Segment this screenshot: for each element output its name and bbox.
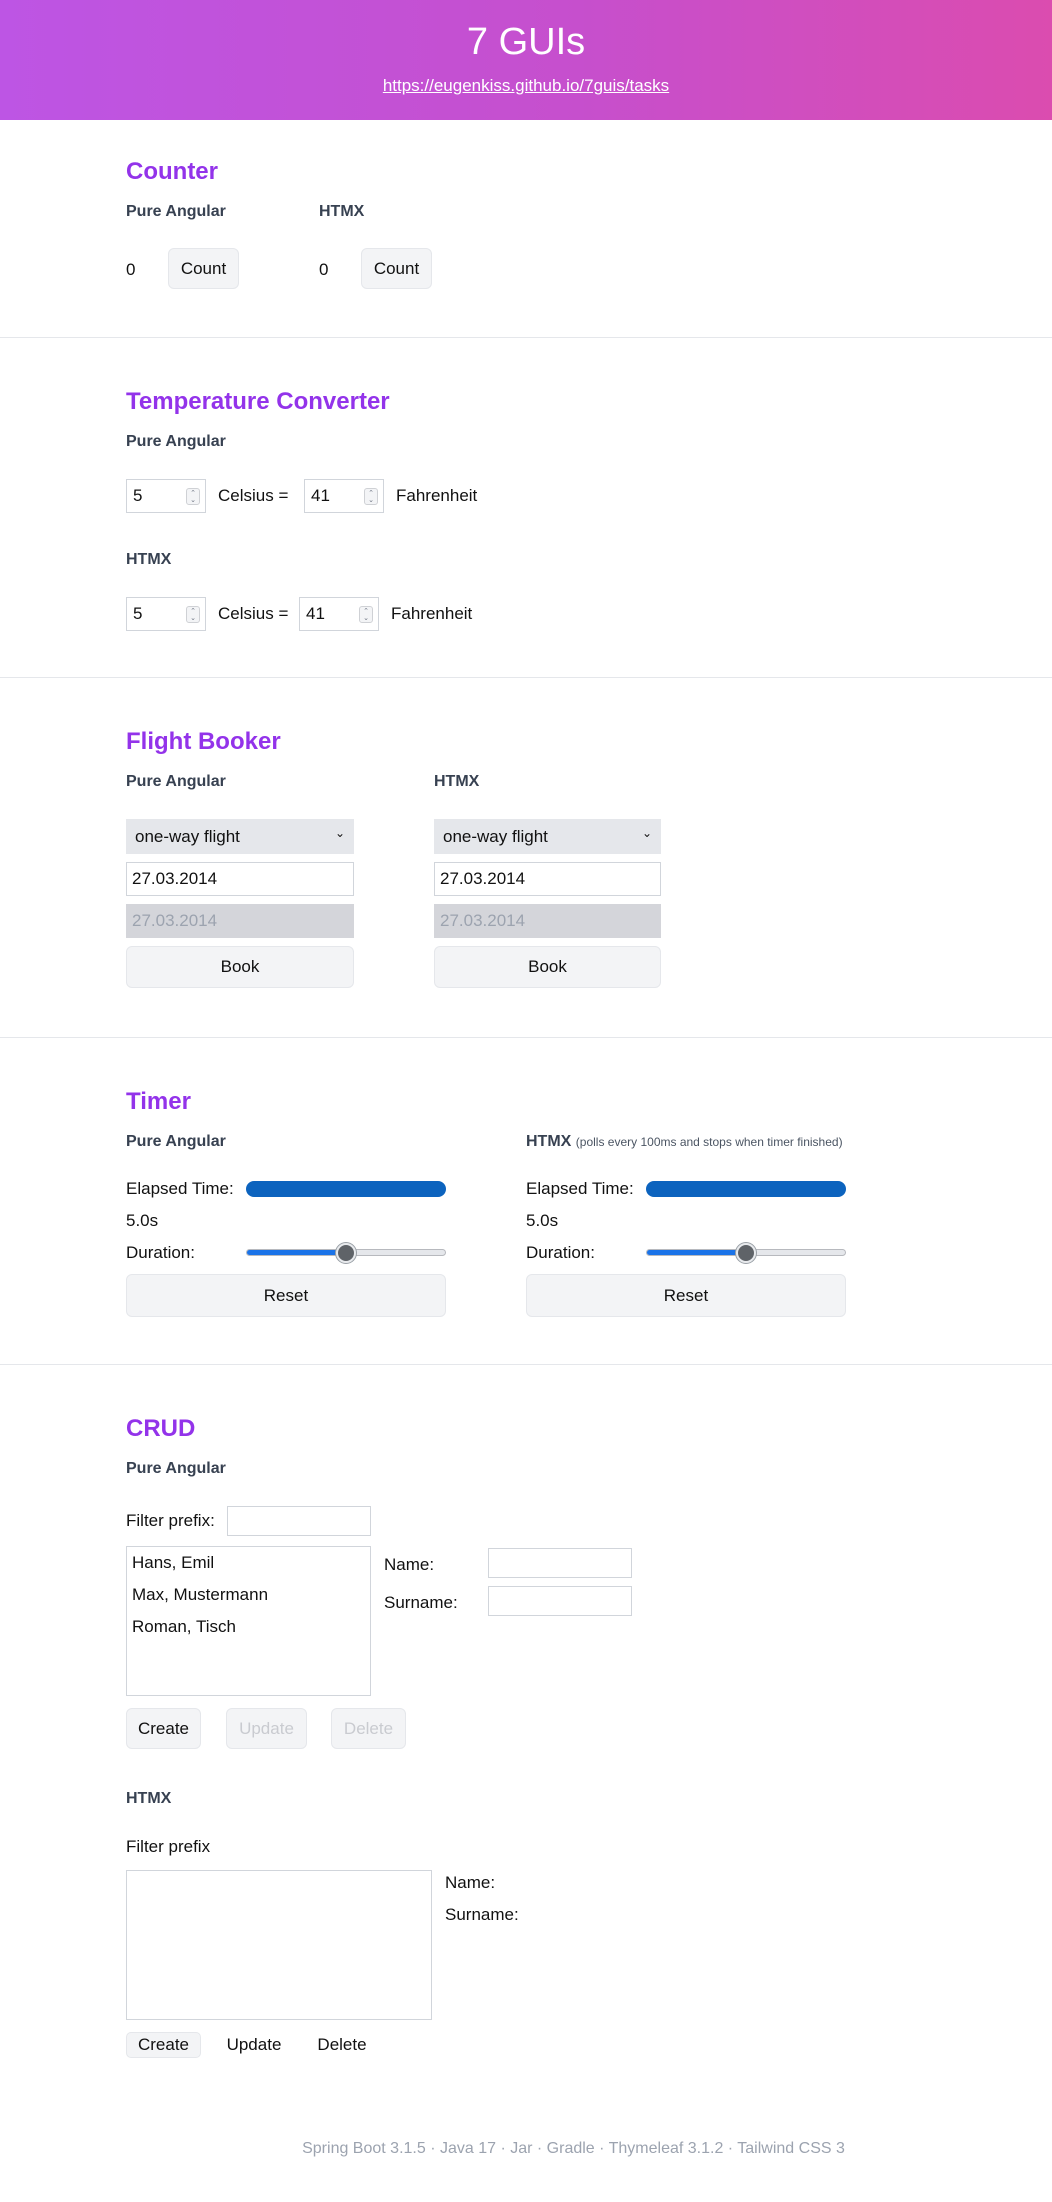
timer-title: Timer: [126, 1088, 191, 1115]
temperature-htmx-celsius-label: Celsius =: [218, 604, 289, 623]
crud-section: CRUD Pure Angular Filter prefix: Hans, E…: [0, 1365, 1052, 2065]
flight-htmx-book-button[interactable]: Book: [434, 946, 661, 988]
counter-htmx-value: 0: [319, 260, 329, 279]
crud-angular-name-label: Name:: [384, 1555, 435, 1574]
list-item[interactable]: Hans, Emil: [127, 1547, 370, 1579]
crud-angular-filter-label: Filter prefix:: [126, 1511, 215, 1530]
crud-angular-entries-list[interactable]: Hans, Emil Max, Mustermann Roman, Tisch: [126, 1546, 371, 1696]
flight-section: Flight Booker Pure Angular one-way fligh…: [0, 678, 1052, 1038]
timer-section: Timer Pure Angular Elapsed Time: 5.0s Du…: [0, 1038, 1052, 1365]
timer-htmx-reset-button[interactable]: Reset: [526, 1274, 846, 1317]
crud-angular-update-button[interactable]: Update: [226, 1708, 307, 1749]
timer-htmx-label-text: HTMX: [526, 1133, 572, 1150]
timer-angular-elapsed-value: 5.0s: [126, 1211, 159, 1230]
temperature-htmx-label: HTMX: [126, 551, 172, 568]
celsius-value: 5: [133, 486, 143, 505]
spinner-icon[interactable]: ⌃ ⌄: [186, 606, 200, 623]
timer-angular-progress: [246, 1181, 446, 1197]
crud-angular-delete-button[interactable]: Delete: [331, 1708, 406, 1749]
fahrenheit-value: 41: [306, 604, 325, 623]
tasks-link[interactable]: https://eugenkiss.github.io/7guis/tasks: [383, 76, 669, 96]
flight-title: Flight Booker: [126, 728, 281, 755]
crud-htmx-create-button[interactable]: Create: [126, 2032, 201, 2058]
timer-htmx-elapsed-value: 5.0s: [526, 1211, 559, 1230]
counter-title: Counter: [126, 158, 218, 185]
flight-htmx-type-select[interactable]: one-way flight ⌄: [434, 819, 661, 854]
crud-angular-create-button[interactable]: Create: [126, 1708, 201, 1749]
crud-htmx-entries-list[interactable]: [126, 1870, 432, 2020]
flight-angular-label: Pure Angular: [126, 773, 226, 790]
crud-htmx-label: HTMX: [126, 1790, 172, 1807]
timer-htmx-elapsed-label: Elapsed Time:: [526, 1179, 634, 1198]
temperature-title: Temperature Converter: [126, 388, 390, 415]
timer-htmx-note: (polls every 100ms and stops when timer …: [575, 1135, 843, 1149]
temperature-angular-fahrenheit-input[interactable]: 41 ⌃ ⌄: [304, 479, 384, 513]
slider-fill: [647, 1250, 747, 1255]
crud-angular-surname-input[interactable]: [488, 1586, 632, 1616]
page-title: 7 GUIs: [466, 21, 586, 63]
temperature-htmx-celsius-input[interactable]: 5 ⌃ ⌄: [126, 597, 206, 631]
crud-title: CRUD: [126, 1415, 196, 1442]
chevron-down-icon: ⌄: [334, 826, 345, 840]
flight-type-value: one-way flight: [135, 826, 240, 846]
crud-angular-filter-input[interactable]: [227, 1506, 371, 1536]
timer-htmx-slider-handle[interactable]: [736, 1243, 756, 1263]
temperature-angular-fahrenheit-label: Fahrenheit: [396, 486, 478, 505]
fahrenheit-value: 41: [311, 486, 330, 505]
timer-htmx-duration-label: Duration:: [526, 1243, 595, 1262]
crud-htmx-filter-label: Filter prefix: [126, 1837, 211, 1856]
spinner-icon[interactable]: ⌃ ⌄: [364, 488, 378, 505]
list-item[interactable]: Roman, Tisch: [127, 1611, 370, 1643]
crud-htmx-update-button[interactable]: Update: [216, 2032, 292, 2058]
flight-htmx-start-date[interactable]: 27.03.2014: [434, 862, 661, 896]
temperature-section: Temperature Converter Pure Angular 5 ⌃ ⌄ …: [0, 338, 1052, 678]
temperature-angular-celsius-label: Celsius =: [218, 486, 289, 505]
celsius-value: 5: [133, 604, 143, 623]
flight-htmx-return-date: 27.03.2014: [434, 904, 661, 938]
flight-angular-book-button[interactable]: Book: [126, 946, 354, 988]
timer-angular-duration-label: Duration:: [126, 1243, 195, 1262]
timer-htmx-progress: [646, 1181, 846, 1197]
timer-angular-reset-button[interactable]: Reset: [126, 1274, 446, 1317]
crud-angular-label: Pure Angular: [126, 1460, 226, 1477]
temperature-htmx-fahrenheit-label: Fahrenheit: [391, 604, 473, 623]
crud-htmx-delete-button[interactable]: Delete: [306, 2032, 378, 2058]
temperature-angular-label: Pure Angular: [126, 433, 226, 450]
counter-section: Counter Pure Angular 0 Count HTMX 0 Coun…: [0, 120, 1052, 338]
flight-type-value: one-way flight: [443, 826, 548, 846]
list-item[interactable]: Max, Mustermann: [127, 1579, 370, 1611]
counter-htmx-label: HTMX: [319, 203, 365, 220]
crud-angular-name-input[interactable]: [488, 1548, 632, 1578]
counter-htmx-count-button[interactable]: Count: [361, 248, 432, 289]
crud-htmx-surname-label: Surname:: [445, 1905, 519, 1924]
counter-angular-label: Pure Angular: [126, 203, 226, 220]
counter-angular-count-button[interactable]: Count: [168, 248, 239, 289]
timer-angular-slider-handle[interactable]: [336, 1243, 356, 1263]
temperature-angular-celsius-input[interactable]: 5 ⌃ ⌄: [126, 479, 206, 513]
temperature-htmx-fahrenheit-input[interactable]: 41 ⌃ ⌄: [299, 597, 379, 631]
spinner-icon[interactable]: ⌃ ⌄: [186, 488, 200, 505]
spinner-icon[interactable]: ⌃ ⌄: [359, 606, 373, 623]
flight-htmx-label: HTMX: [434, 773, 480, 790]
timer-angular-elapsed-label: Elapsed Time:: [126, 1179, 234, 1198]
timer-angular-label: Pure Angular: [126, 1133, 226, 1150]
page-header: 7 GUIs https://eugenkiss.github.io/7guis…: [0, 0, 1052, 120]
slider-fill: [247, 1250, 347, 1255]
counter-angular-value: 0: [126, 260, 136, 279]
crud-angular-surname-label: Surname:: [384, 1593, 458, 1612]
flight-angular-start-date[interactable]: 27.03.2014: [126, 862, 354, 896]
chevron-down-icon: ⌄: [641, 826, 652, 840]
flight-angular-return-date: 27.03.2014: [126, 904, 354, 938]
timer-htmx-label: HTMX (polls every 100ms and stops when t…: [526, 1132, 843, 1152]
crud-htmx-name-label: Name:: [445, 1873, 496, 1892]
flight-angular-type-select[interactable]: one-way flight ⌄: [126, 819, 354, 854]
footer-tech-stack: Spring Boot 3.1.5 · Java 17 · Jar · Grad…: [302, 2140, 845, 2157]
